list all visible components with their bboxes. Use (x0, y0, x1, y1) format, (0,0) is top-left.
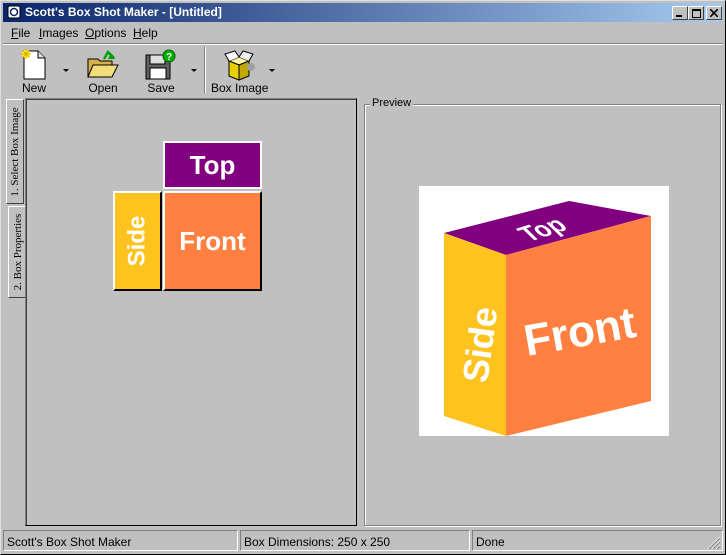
menu-bar: File Images Options Help (3, 23, 723, 42)
toolbar-separator (204, 47, 206, 93)
front-face-label: Front (179, 225, 246, 256)
top-face-label: Top (189, 149, 236, 180)
menu-options[interactable]: Options (85, 26, 126, 40)
preview-label: Preview (370, 97, 414, 109)
new-label: New (21, 81, 46, 95)
box-image-label: Box Image (211, 81, 269, 95)
save-dropdown-arrow[interactable] (191, 69, 197, 72)
app-icon (7, 5, 21, 19)
resize-grip-icon[interactable] (707, 536, 721, 550)
minimize-button[interactable] (672, 6, 688, 20)
box-image-icon (224, 50, 255, 81)
status-box-dimensions: Box Dimensions: 250 x 250 (240, 530, 470, 551)
save-label: Save (147, 81, 175, 95)
title-bar[interactable]: Scott's Box Shot Maker - [Untitled] (3, 3, 723, 22)
menu-help[interactable]: Help (133, 26, 158, 40)
tab-box-properties-label: 2. Box Properties (11, 213, 24, 291)
window-title: Scott's Box Shot Maker - [Untitled] (25, 5, 222, 19)
box-image-button[interactable]: Box Image (211, 47, 269, 95)
open-label: Open (88, 81, 118, 95)
new-button[interactable]: New (15, 47, 53, 95)
menu-file[interactable]: File (11, 26, 30, 40)
tab-box-properties[interactable]: 2. Box Properties (8, 206, 26, 298)
maximize-button[interactable] (688, 6, 704, 20)
top-face[interactable]: Top (163, 141, 262, 189)
save-button[interactable]: ? Save (142, 47, 180, 95)
box-image-panel: Top Side Front (25, 98, 357, 526)
close-icon (710, 9, 718, 17)
tab-select-box-image[interactable]: 1. Select Box Image (6, 99, 24, 204)
side-face[interactable]: Side (113, 191, 162, 291)
box-image-dropdown-arrow[interactable] (269, 69, 275, 72)
menu-images[interactable]: Images (39, 26, 78, 40)
open-button[interactable]: Open (83, 47, 123, 95)
preview-box-render: Top Side Front (444, 201, 651, 436)
new-document-icon (21, 49, 46, 80)
status-state: Done (472, 530, 723, 551)
maximize-icon (691, 8, 701, 18)
close-button[interactable] (706, 6, 722, 20)
tab-select-box-image-label: 1. Select Box Image (9, 106, 21, 197)
preview-canvas: Top Side Front (419, 186, 669, 436)
side-face-label: Side (123, 215, 151, 267)
open-folder-icon (87, 49, 119, 78)
new-dropdown-arrow[interactable] (63, 69, 69, 72)
menu-separator (3, 43, 723, 45)
status-app-name: Scott's Box Shot Maker (3, 530, 238, 551)
minimize-icon (676, 15, 682, 17)
svg-text:?: ? (166, 52, 172, 63)
front-face[interactable]: Front (163, 191, 262, 291)
save-disk-icon: ? (145, 49, 176, 80)
main-window: Scott's Box Shot Maker - [Untitled] File… (0, 0, 726, 555)
